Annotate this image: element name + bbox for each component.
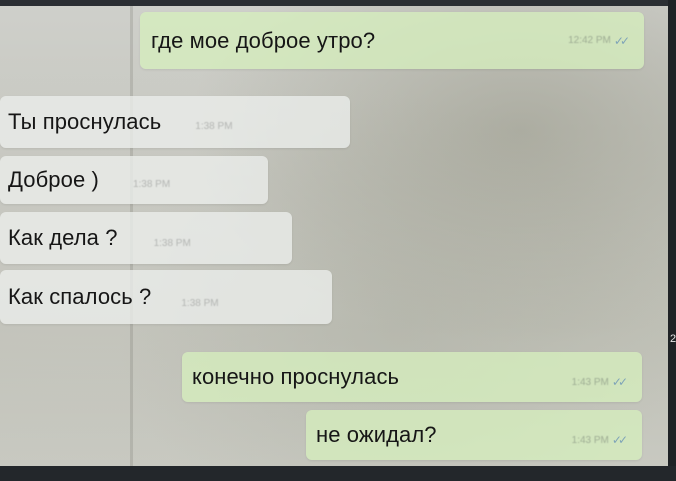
message-text: Как дела ? <box>8 225 118 250</box>
message-time: 1:38 PM <box>181 297 219 309</box>
message-outgoing[interactable]: не ожидал? 1:43 PM ✓✓ <box>306 410 642 460</box>
double-check-icon: ✓✓ <box>611 433 628 447</box>
chat-screen: где мое доброе утро? 12:42 PM ✓✓ Ты прос… <box>0 0 668 466</box>
message-time: 1:38 PM <box>132 178 171 190</box>
message-outgoing[interactable]: где мое доброе утро? 12:42 PM ✓✓ <box>140 12 644 69</box>
bottom-bar <box>0 466 676 481</box>
message-incoming[interactable]: Ты проснулась 1:38 PM <box>0 96 350 148</box>
message-incoming[interactable]: Как спалось ? 1:38 PM <box>0 270 332 324</box>
message-time: 12:42 PM <box>568 35 611 46</box>
message-text: где мое доброе утро? <box>151 27 376 53</box>
message-text: Доброе ) <box>8 167 99 192</box>
message-incoming[interactable]: Доброе ) 1:38 PM <box>0 156 268 204</box>
message-text: не ожидал? <box>316 422 437 447</box>
message-time: 1:38 PM <box>153 237 191 249</box>
message-text: Ты проснулась <box>8 109 162 134</box>
message-time: 1:38 PM <box>195 120 233 132</box>
double-check-icon: ✓✓ <box>611 375 628 389</box>
edge-mark: 2 <box>670 333 676 345</box>
message-text: конечно проснулась <box>192 364 400 389</box>
message-time: 1:43 PM <box>571 434 609 446</box>
double-check-icon: ✓✓ <box>613 33 630 48</box>
message-incoming[interactable]: Как дела ? 1:38 PM <box>0 212 292 264</box>
message-time: 1:43 PM <box>571 376 609 388</box>
message-text: Как спалось ? <box>8 284 152 309</box>
message-outgoing[interactable]: конечно проснулась 1:43 PM ✓✓ <box>182 352 642 402</box>
